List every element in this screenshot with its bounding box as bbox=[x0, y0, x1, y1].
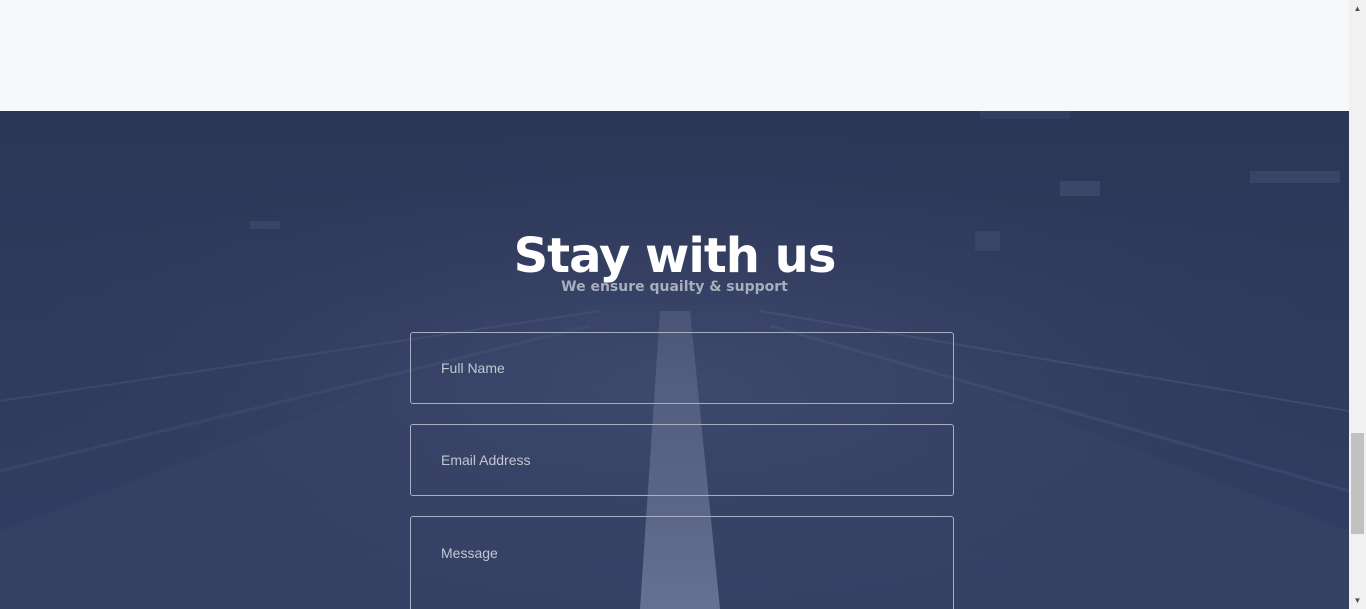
email-input[interactable] bbox=[410, 424, 954, 496]
vertical-scrollbar[interactable]: ▲ ▼ bbox=[1349, 0, 1366, 609]
section-subtitle: We ensure quailty & support bbox=[561, 279, 788, 295]
scroll-up-arrow-icon[interactable]: ▲ bbox=[1349, 0, 1366, 17]
scroll-down-arrow-icon[interactable]: ▼ bbox=[1349, 592, 1366, 609]
contact-form-container: Stay with us We ensure quailty & support bbox=[0, 111, 1349, 609]
full-name-input[interactable] bbox=[410, 332, 954, 404]
top-section bbox=[0, 0, 1349, 111]
page: Stay with us We ensure quailty & support… bbox=[0, 0, 1366, 609]
scrollbar-thumb[interactable] bbox=[1351, 433, 1364, 534]
contact-section: Stay with us We ensure quailty & support bbox=[0, 111, 1349, 609]
message-textarea[interactable] bbox=[410, 516, 954, 609]
